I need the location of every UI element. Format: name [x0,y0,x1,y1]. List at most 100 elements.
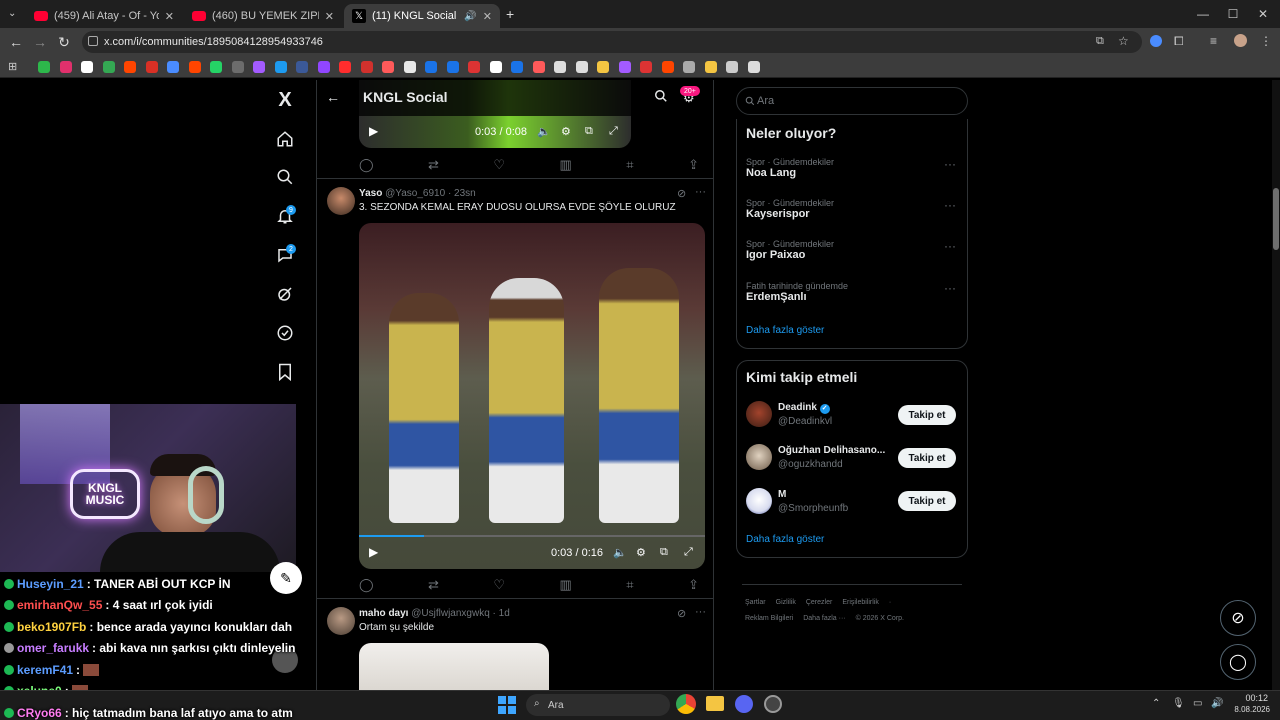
search-icon[interactable] [654,89,668,108]
file-explorer-icon[interactable] [706,696,724,711]
steam-icon[interactable] [764,695,782,713]
profile-avatar[interactable] [1234,34,1247,47]
messages-fab-icon[interactable]: ◯ [1220,644,1256,680]
follow-name[interactable]: M [778,489,786,500]
reload-icon[interactable]: ↻ [54,33,74,51]
views-icon[interactable]: ▥ [560,157,572,173]
close-window-button[interactable]: ✕ [1248,4,1278,24]
menu-kebab-icon[interactable]: ⋮ [1260,34,1272,48]
new-tab-button[interactable]: + [506,6,514,22]
bookmark-favicon-icon[interactable] [683,61,695,73]
bookmark-star-icon[interactable]: ☆ [1118,34,1129,48]
site-info-icon[interactable] [88,36,98,46]
bookmark-favicon-icon[interactable] [726,61,738,73]
bookmark-favicon-icon[interactable] [38,61,50,73]
video-player[interactable]: ▶ 0:03 / 0:16 🔈 ⚙ ⧉ ⤢ [359,223,705,569]
chat-user[interactable]: keremF41 [17,663,73,677]
footer-link[interactable]: Çerezler [806,599,832,606]
verified-orgs-icon[interactable] [273,321,297,345]
more-icon[interactable]: ··· [944,198,956,212]
bookmark-icon[interactable]: ⌗ [626,157,633,173]
bookmark-favicon-icon[interactable] [231,61,244,73]
bookmark-favicon-icon[interactable] [317,61,330,73]
bookmark-favicon-icon[interactable] [532,61,545,73]
chat-user[interactable]: omer_farukk [17,641,89,655]
avatar[interactable] [327,607,355,635]
volume-icon[interactable]: 🔊 [1211,698,1223,709]
share-icon[interactable]: ⇪ [688,157,699,173]
footer-link[interactable]: Gizlilik [776,599,796,606]
more-icon[interactable]: ··· [695,186,706,198]
bookmark-favicon-icon[interactable] [339,61,351,73]
media-control-icon[interactable]: ≡ [1210,34,1217,48]
volume-icon[interactable]: 🔈 [537,125,551,138]
install-app-icon[interactable]: ⧉ [1096,35,1104,48]
scrollbar[interactable] [1272,80,1280,690]
bookmark-favicon-icon[interactable] [102,61,115,73]
like-icon[interactable]: ♡ [493,157,505,173]
bookmark-favicon-icon[interactable] [274,61,287,73]
author-name[interactable]: Yaso [359,188,382,199]
reply-icon[interactable]: ◯ [359,157,374,173]
follow-handle[interactable]: @oguzkhandd [778,459,843,470]
post-image[interactable] [359,643,549,690]
show-more-link[interactable]: Daha fazla göster [746,534,824,545]
author-handle[interactable]: @Yaso_6910 [385,188,445,199]
trend-item[interactable]: Fatih tarihinde gündemde ErdemŞanlı ··· [746,281,960,303]
extension-icon[interactable] [1150,35,1162,47]
bookmark-favicon-icon[interactable] [296,61,308,73]
settings-icon[interactable]: ⚙ [636,546,646,559]
footer-link[interactable]: Şartlar [745,599,766,606]
fullscreen-icon[interactable]: ⤢ [684,546,693,559]
footer-link[interactable]: Daha fazla ··· [803,615,845,622]
search-input[interactable]: Ara [736,87,968,115]
bookmark-favicon-icon[interactable] [704,61,717,73]
scrollbar-thumb[interactable] [1273,188,1279,250]
bookmark-favicon-icon[interactable] [661,61,674,73]
avatar[interactable] [746,401,772,427]
more-icon[interactable]: ··· [944,239,956,253]
bookmark-favicon-icon[interactable] [167,61,179,73]
play-icon[interactable]: ▶ [369,124,378,138]
chat-user[interactable]: CRyo66 [17,706,62,720]
more-icon[interactable]: ··· [944,281,956,295]
home-icon[interactable] [273,127,297,151]
bookmark-favicon-icon[interactable] [188,61,201,73]
bookmark-favicon-icon[interactable] [425,61,437,73]
bookmark-favicon-icon[interactable] [618,61,631,73]
bookmarks-icon[interactable] [273,360,297,384]
show-more-link[interactable]: Daha fazla göster [746,325,824,336]
compose-post-icon[interactable]: ✎ [270,562,302,594]
clock-date[interactable]: 8.08.2026 [1226,705,1270,714]
trend-item[interactable]: Spor · Gündemdekiler Igor Paixao ··· [746,239,960,261]
chrome-icon[interactable] [676,694,696,714]
forward-icon[interactable]: → [30,33,50,51]
bookmark-favicon-icon[interactable] [640,61,652,73]
maximize-button[interactable]: ☐ [1218,4,1248,24]
play-icon[interactable]: ▶ [369,545,378,559]
microphone-icon[interactable]: 🎙 [1172,698,1185,709]
repost-icon[interactable]: ⇄ [428,577,439,593]
more-icon[interactable]: ··· [944,157,956,171]
pip-icon[interactable]: ⧉ [585,125,593,138]
follow-name[interactable]: Deadink ✓ [778,402,830,414]
follow-button[interactable]: Takip et [898,448,956,468]
bookmark-favicon-icon[interactable] [511,61,523,73]
chat-user[interactable]: beko1907Fb [17,620,86,634]
footer-link[interactable]: Erişilebilirlik [842,599,879,606]
trend-item[interactable]: Spor · Gündemdekiler Kayserispor ··· [746,198,960,220]
bookmark-favicon-icon[interactable] [468,61,480,73]
author-handle[interactable]: @Usjflwjanxgwkq [411,608,490,619]
close-tab-icon[interactable]: ✕ [483,10,492,23]
avatar[interactable] [327,187,355,215]
chat-user[interactable]: Huseyin_21 [17,577,84,591]
tab-x-community[interactable]: 𝕏 (11) KNGL Social Topluluk / 🔊 ✕ [344,4,500,28]
volume-icon[interactable]: 🔈 [613,546,627,559]
settings-icon[interactable]: ⚙ [561,125,571,138]
grok-action-icon[interactable]: ⊘ [677,187,686,200]
bookmark-favicon-icon[interactable] [489,61,502,73]
follow-button[interactable]: Takip et [898,405,956,425]
bookmark-favicon-icon[interactable] [59,61,72,73]
follow-button[interactable]: Takip et [898,491,956,511]
close-tab-icon[interactable]: ✕ [325,10,334,23]
